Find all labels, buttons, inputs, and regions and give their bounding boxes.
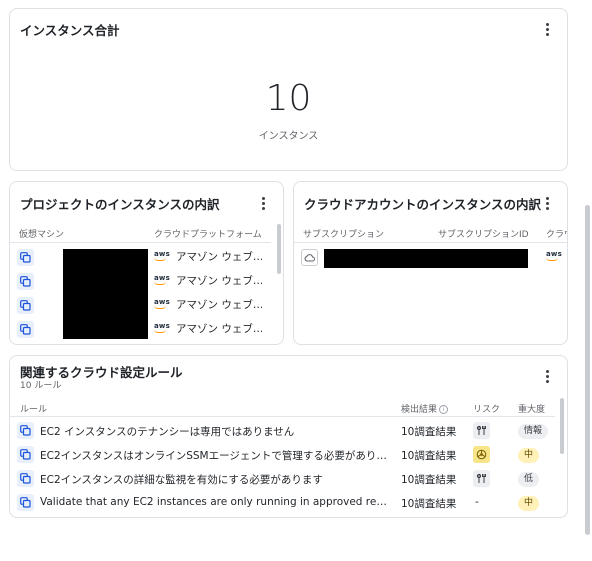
cloud-config-rules-card: 関連するクラウド設定ルール 10 ルール ルール 検出結果 i リスク 重大度 E…: [9, 355, 568, 518]
card-title: インスタンス合計: [20, 23, 120, 38]
divider: [294, 242, 567, 243]
column-header-severity[interactable]: 重大度: [518, 402, 545, 415]
aws-logo-icon: aws: [154, 323, 170, 333]
more-options-icon[interactable]: [540, 195, 554, 211]
column-header-platform[interactable]: クラウドプラットフォーム: [154, 227, 262, 240]
card-title: クラウドアカウントのインスタンスの内訳: [304, 197, 542, 212]
severity-badge: 中: [518, 448, 540, 463]
rule-name[interactable]: Validate that any EC2 instances are only…: [40, 496, 390, 508]
column-header-risk[interactable]: リスク: [473, 402, 500, 415]
rule-result[interactable]: 10調査結果: [401, 472, 456, 487]
aws-logo-icon: aws: [154, 299, 170, 309]
platform-name: アマゾン ウェブ…: [176, 275, 262, 287]
tool-icon: [473, 470, 490, 487]
rule-copy-icon[interactable]: [17, 422, 34, 439]
rule-copy-icon[interactable]: [17, 470, 34, 487]
cloud-account-instance-breakdown-card: クラウドアカウントのインスタンスの内訳 サブスクリプション サブスクリプションI…: [293, 181, 568, 345]
column-header-subscription[interactable]: サブスクリプション: [303, 227, 384, 240]
column-header-rule[interactable]: ルール: [20, 402, 47, 415]
rule-count: 10 ルール: [20, 381, 62, 391]
column-header-subscription-id[interactable]: サブスクリプションID: [438, 227, 529, 240]
project-instance-breakdown-card: プロジェクトのインスタンスの内訳 仮想マシン クラウドプラットフォーム aws …: [9, 181, 284, 345]
table-scrollbar[interactable]: [560, 398, 564, 454]
vm-copy-icon[interactable]: [17, 273, 34, 290]
vm-copy-icon[interactable]: [17, 321, 34, 338]
severity-badge: 低: [518, 472, 540, 487]
instance-total-card: インスタンス合計 10 インスタンス: [9, 8, 568, 171]
severity-badge: 情報: [518, 424, 549, 439]
more-options-icon[interactable]: [540, 368, 554, 384]
rule-name[interactable]: EC2インスタンスはオンラインSSMエージェントで管理する必要があり…: [40, 448, 390, 463]
vm-copy-icon[interactable]: [17, 297, 34, 314]
platform-name: アマゾン ウェブ…: [176, 251, 262, 263]
aws-logo-icon: aws: [154, 275, 170, 285]
more-options-icon[interactable]: [540, 21, 554, 37]
rule-result[interactable]: 10調査結果: [401, 496, 456, 511]
aws-logo-icon: aws: [154, 251, 170, 261]
divider: [10, 242, 271, 243]
redacted-subscription: [324, 249, 528, 268]
card-title: プロジェクトのインスタンスの内訳: [20, 197, 220, 212]
rule-name[interactable]: EC2インスタンスの詳細な監視を有効にする必要があります: [40, 472, 390, 487]
page-scrollbar[interactable]: [585, 205, 590, 535]
rule-result[interactable]: 10調査結果: [401, 424, 456, 439]
rule-copy-icon[interactable]: [17, 494, 34, 511]
rule-copy-icon[interactable]: [17, 446, 34, 463]
tool-icon: [473, 422, 490, 439]
more-options-icon[interactable]: [256, 195, 270, 211]
platform-name: アマゾン ウェブ…: [176, 323, 262, 335]
risk-none: -: [475, 496, 479, 508]
table-scrollbar[interactable]: [277, 224, 281, 274]
severity-badge: 中: [518, 496, 540, 511]
instance-unit-label: インスタンス: [258, 131, 319, 142]
vm-copy-icon[interactable]: [17, 249, 34, 266]
divider: [10, 416, 555, 417]
column-header-vm[interactable]: 仮想マシン: [19, 227, 64, 240]
redacted-vm-names: [63, 249, 148, 339]
column-header-cloud[interactable]: クラウ: [546, 227, 567, 240]
aws-logo-icon: aws: [546, 251, 562, 261]
rule-result[interactable]: 10調査結果: [401, 448, 456, 463]
column-header-result[interactable]: 検出結果 i: [401, 402, 449, 415]
instance-count: 10: [265, 78, 312, 119]
platform-name: アマゾン ウェブ…: [176, 299, 262, 311]
hazard-icon: [473, 446, 490, 463]
info-icon[interactable]: i: [439, 405, 449, 414]
cloud-icon: [301, 249, 318, 266]
column-header-result-label: 検出結果: [401, 405, 438, 415]
rule-name[interactable]: EC2 インスタンスのテナンシーは専用ではありません: [40, 424, 390, 439]
